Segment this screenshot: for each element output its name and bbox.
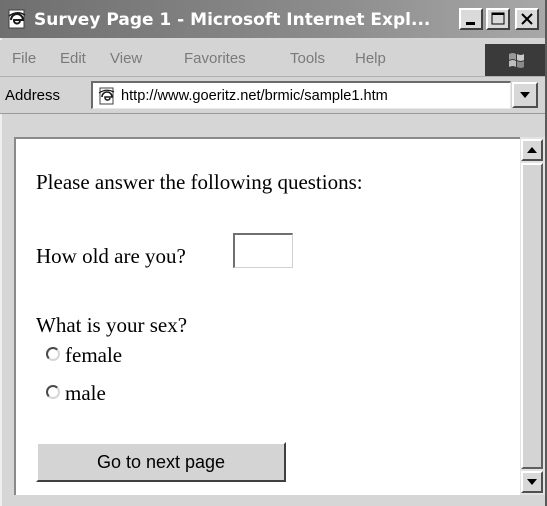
menu-tools[interactable]: Tools [290, 49, 325, 69]
chevron-up-icon [527, 147, 537, 153]
scroll-up-button[interactable] [521, 139, 543, 161]
maximize-button[interactable] [486, 8, 510, 30]
radio-male[interactable] [46, 385, 60, 399]
scrollbar-thumb[interactable] [521, 163, 543, 469]
menu-file[interactable]: File [12, 49, 36, 69]
address-dropdown-button[interactable] [512, 82, 538, 108]
window-title: Survey Page 1 - Microsoft Internet Expl.… [34, 10, 431, 30]
survey-intro: Please answer the following questions: [36, 170, 363, 194]
menu-edit[interactable]: Edit [60, 49, 86, 69]
sex-question-label: What is your sex? [36, 313, 188, 337]
menu-bar: File Edit View Favorites Tools Help [0, 40, 547, 77]
radio-male-label: male [65, 381, 106, 405]
maximize-icon [491, 12, 505, 25]
close-button[interactable] [515, 8, 539, 30]
address-input[interactable]: http://www.goeritz.net/brmic/sample1.htm [91, 81, 511, 109]
browser-window: Survey Page 1 - Microsoft Internet Expl.… [0, 0, 547, 506]
ie-page-icon [6, 8, 28, 30]
minimize-icon [466, 22, 475, 25]
menu-view[interactable]: View [110, 49, 142, 69]
age-input[interactable] [233, 233, 293, 268]
minimize-button[interactable] [459, 8, 483, 30]
address-label: Address [5, 87, 61, 104]
windows-logo-icon [485, 44, 547, 76]
chevron-down-icon [520, 92, 530, 98]
vertical-scrollbar[interactable] [520, 137, 545, 495]
menu-help[interactable]: Help [355, 49, 386, 69]
address-url: http://www.goeritz.net/brmic/sample1.htm [121, 88, 388, 104]
age-question-label: How old are you? [36, 244, 186, 268]
title-bar[interactable]: Survey Page 1 - Microsoft Internet Expl.… [0, 0, 547, 38]
chevron-down-icon [527, 479, 537, 485]
ie-page-icon [97, 86, 117, 106]
menu-favorites[interactable]: Favorites [184, 49, 246, 69]
radio-female[interactable] [46, 347, 60, 361]
close-icon [521, 13, 533, 25]
scroll-down-button[interactable] [521, 471, 543, 493]
next-page-button[interactable]: Go to next page [36, 442, 286, 482]
radio-female-label: female [65, 343, 123, 367]
address-bar: Address http://www.goeritz.net/brmic/sam… [0, 77, 547, 114]
